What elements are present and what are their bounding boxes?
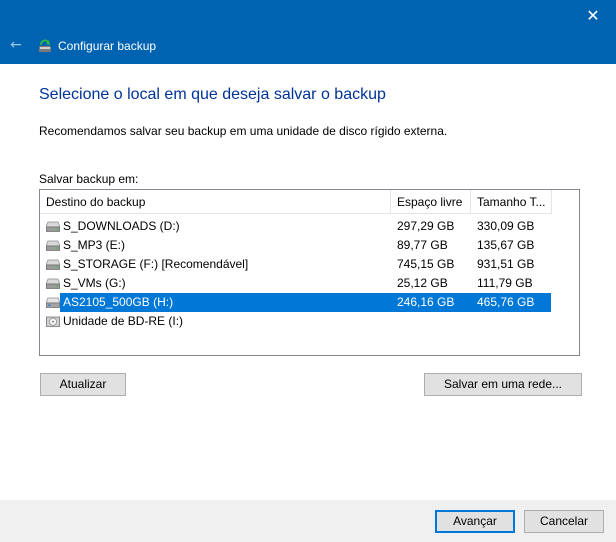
table-row[interactable]: Unidade de BD-RE (I:) bbox=[40, 312, 552, 331]
hard-drive-icon bbox=[45, 278, 61, 289]
hard-drive-icon bbox=[45, 221, 61, 232]
destination-name: S_MP3 (E:) bbox=[63, 238, 126, 252]
destination-name: AS2105_500GB (H:) bbox=[63, 295, 174, 309]
table-row[interactable]: S_MP3 (E:) 89,77 GB 135,67 GB bbox=[40, 236, 552, 255]
destination-name: S_STORAGE (F:) [Recomendável] bbox=[63, 257, 249, 271]
destination-name: S_DOWNLOADS (D:) bbox=[63, 219, 180, 233]
table-row[interactable]: AS2105_500GB (H:) 246,16 GB 465,76 GB bbox=[40, 293, 552, 312]
back-button[interactable]: ← bbox=[8, 37, 24, 53]
table-row[interactable]: S_VMs (G:) 25,12 GB 111,79 GB bbox=[40, 274, 552, 293]
destination-name: S_VMs (G:) bbox=[63, 276, 126, 290]
title-bar: ✕ ← Configurar backup bbox=[0, 0, 616, 64]
page-heading: Selecione o local em que deseja salvar o… bbox=[39, 86, 386, 103]
total-size-value: 931,51 GB bbox=[477, 257, 535, 271]
free-space-value: 246,16 GB bbox=[397, 295, 455, 309]
total-size-value: 111,79 GB bbox=[477, 276, 533, 290]
window-title: Configurar backup bbox=[58, 39, 157, 53]
free-space-value: 297,29 GB bbox=[397, 219, 455, 233]
free-space-value: 745,15 GB bbox=[397, 257, 455, 271]
close-button[interactable]: ✕ bbox=[570, 0, 616, 30]
footer-bar: Avançar Cancelar bbox=[0, 500, 616, 542]
close-icon: ✕ bbox=[586, 5, 600, 25]
column-header-total-size[interactable]: Tamanho T... bbox=[471, 190, 552, 214]
total-size-value: 330,09 GB bbox=[477, 219, 535, 233]
refresh-button[interactable]: Atualizar bbox=[40, 373, 126, 396]
save-on-network-button[interactable]: Salvar em uma rede... bbox=[424, 373, 582, 396]
back-arrow-icon: ← bbox=[10, 37, 22, 53]
free-space-value: 89,77 GB bbox=[397, 238, 448, 252]
cancel-button[interactable]: Cancelar bbox=[524, 510, 604, 533]
optical-drive-icon bbox=[46, 316, 60, 327]
column-header-free-space[interactable]: Espaço livre bbox=[391, 190, 471, 214]
total-size-value: 465,76 GB bbox=[477, 295, 535, 309]
free-space-value: 25,12 GB bbox=[397, 276, 448, 290]
table-row[interactable]: S_DOWNLOADS (D:) 297,29 GB 330,09 GB bbox=[40, 217, 552, 236]
total-size-value: 135,67 GB bbox=[477, 238, 535, 252]
hard-drive-icon bbox=[45, 259, 61, 270]
external-drive-icon bbox=[45, 297, 61, 308]
column-header-destination[interactable]: Destino do backup bbox=[40, 190, 391, 214]
hard-drive-icon bbox=[45, 240, 61, 251]
backup-icon bbox=[39, 39, 51, 52]
table-row[interactable]: S_STORAGE (F:) [Recomendável] 745,15 GB 93… bbox=[40, 255, 552, 274]
save-location-label: Salvar backup em: bbox=[39, 172, 139, 186]
recommendation-text: Recomendamos salvar seu backup em uma un… bbox=[39, 124, 448, 138]
backup-destination-list[interactable]: Destino do backup Espaço livre Tamanho T… bbox=[39, 189, 580, 356]
destination-name: Unidade de BD-RE (I:) bbox=[63, 314, 184, 328]
next-button[interactable]: Avançar bbox=[435, 510, 515, 533]
